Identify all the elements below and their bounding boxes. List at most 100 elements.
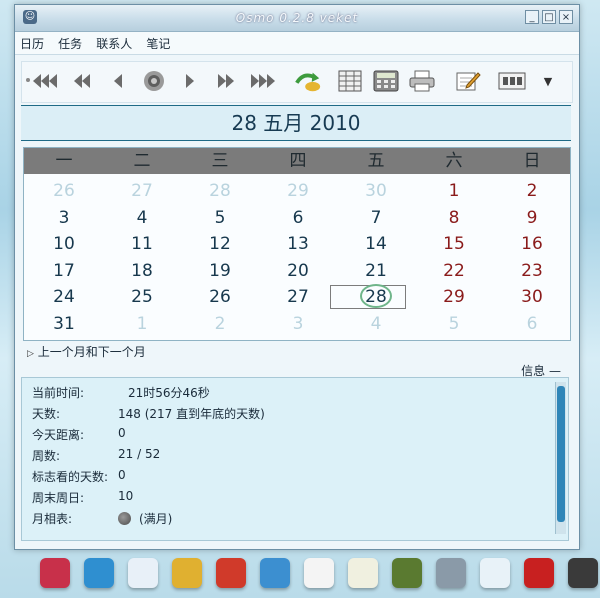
help-icon[interactable] <box>524 558 554 588</box>
calendar-day[interactable]: 5 <box>424 313 484 335</box>
full-year-button[interactable] <box>336 68 364 94</box>
info-value: 10 <box>118 489 134 503</box>
calendar-day[interactable]: 26 <box>34 180 94 202</box>
scrollbar-thumb[interactable] <box>557 386 565 522</box>
day-number: 11 <box>131 234 153 254</box>
more-dropdown-button[interactable]: ▼ <box>538 68 558 94</box>
calendar-day-selected[interactable]: 28 <box>330 284 406 309</box>
calendar-day[interactable]: 31 <box>34 313 94 335</box>
title-bar[interactable]: ☺ Osmo 0.2.8 veket _ □ × <box>15 5 579 32</box>
photo-viewer-icon[interactable] <box>392 558 422 588</box>
next-day-button[interactable] <box>176 68 204 94</box>
mail-pencil-icon[interactable] <box>348 558 378 588</box>
toolbar-handle-icon[interactable] <box>26 78 30 82</box>
day-number: 23 <box>521 260 543 281</box>
day-number: 2 <box>526 181 538 201</box>
calendar-day[interactable]: 25 <box>112 286 172 308</box>
menu-tasks[interactable]: 任务 <box>53 32 86 52</box>
calendar-day[interactable]: 2 <box>502 180 562 202</box>
month-calendar[interactable]: 一二三四五六日 26 27 28 29 30 1 2 3 4 5 6 7 8 9 10 11 12 13 14 15 1… <box>23 147 571 341</box>
prev-next-month-expander[interactable]: ▷ 上一个月和下一个月 <box>27 343 146 360</box>
jump-to-date-button[interactable] <box>294 68 322 94</box>
calendar-day[interactable]: 8 <box>424 207 484 229</box>
calculator-button[interactable] <box>372 68 400 94</box>
calendar-day[interactable]: 27 <box>112 180 172 202</box>
calendar-day[interactable]: 27 <box>268 286 328 308</box>
day-number: 27 <box>287 287 309 307</box>
document-icon[interactable] <box>304 558 334 588</box>
calendar-day[interactable]: 4 <box>346 313 406 335</box>
usb-device-icon[interactable] <box>568 558 598 588</box>
menu-calendar[interactable]: 日历 <box>15 32 48 52</box>
menu-contacts[interactable]: 联系人 <box>91 32 136 52</box>
info-key: 今天距离: <box>32 428 85 442</box>
calendar-day[interactable]: 28 <box>190 180 250 202</box>
calendar-day[interactable]: 2 <box>190 313 250 335</box>
calendar-day[interactable]: 24 <box>34 286 94 308</box>
calendar-day[interactable]: 12 <box>190 233 250 255</box>
prev-year-button[interactable] <box>32 68 60 94</box>
day-number: 7 <box>370 207 382 228</box>
calendar-day[interactable]: 1 <box>112 313 172 335</box>
calendar-day[interactable]: 30 <box>502 286 562 308</box>
music-gramophone-icon[interactable] <box>172 558 202 588</box>
calendar-day[interactable]: 3 <box>268 313 328 335</box>
flower-app-icon[interactable] <box>40 558 70 588</box>
prev-day-button[interactable] <box>104 68 132 94</box>
info-value: 148 (217 直到年底的天数) <box>118 407 265 421</box>
day-number: 26 <box>209 287 231 307</box>
calendar-day[interactable]: 29 <box>424 286 484 308</box>
calendar-day[interactable]: 9 <box>502 207 562 229</box>
calendar-day[interactable]: 19 <box>190 260 250 282</box>
calendar-day[interactable]: 26 <box>190 286 250 308</box>
calendar-day[interactable]: 29 <box>268 180 328 202</box>
calendar-day[interactable]: 23 <box>502 260 562 282</box>
calendar-day[interactable]: 6 <box>502 313 562 335</box>
maximize-icon[interactable]: □ <box>542 10 556 24</box>
info-value: 21 / 52 <box>118 447 161 461</box>
calendar-day[interactable]: 16 <box>502 233 562 255</box>
red-network-icon[interactable] <box>216 558 246 588</box>
today-button[interactable] <box>140 68 168 94</box>
next-month-button[interactable] <box>212 68 240 94</box>
calendar-day[interactable]: 7 <box>346 207 406 229</box>
calendar-day[interactable]: 1 <box>424 180 484 202</box>
info-scrollbar[interactable] <box>555 382 566 534</box>
next-year-button[interactable] <box>248 68 276 94</box>
minimize-icon[interactable]: _ <box>525 10 539 24</box>
calendar-day[interactable]: 17 <box>34 260 94 282</box>
draw-pen-icon[interactable] <box>128 558 158 588</box>
prev-month-button[interactable] <box>68 68 96 94</box>
calendar-day[interactable]: 20 <box>268 260 328 282</box>
calendar-day[interactable]: 11 <box>112 233 172 255</box>
close-icon[interactable]: × <box>559 10 573 24</box>
menu-notes[interactable]: 笔记 <box>141 32 174 52</box>
hard-drive-icon[interactable] <box>436 558 466 588</box>
calendar-day[interactable]: 13 <box>268 233 328 255</box>
print-button[interactable] <box>408 68 436 94</box>
calendar-day[interactable]: 21 <box>346 260 406 282</box>
options-button[interactable] <box>498 68 526 94</box>
weekday-label: 四 <box>289 151 307 171</box>
calendar-day[interactable]: 14 <box>346 233 406 255</box>
calendar-day[interactable]: 15 <box>424 233 484 255</box>
lifebuoy-icon[interactable] <box>84 558 114 588</box>
edit-note-button[interactable] <box>454 68 482 94</box>
calendar-day[interactable]: 10 <box>34 233 94 255</box>
search-globe-icon[interactable] <box>260 558 290 588</box>
calendar-day[interactable]: 22 <box>424 260 484 282</box>
calendar-app-icon[interactable] <box>480 558 510 588</box>
calendar-day[interactable]: 5 <box>190 207 250 229</box>
info-key: 天数: <box>32 407 61 421</box>
info-key: 当前时间: <box>32 386 85 400</box>
calendar-day[interactable]: 3 <box>34 207 94 229</box>
calendar-day[interactable]: 18 <box>112 260 172 282</box>
calendar-day[interactable]: 30 <box>346 180 406 202</box>
day-number: 25 <box>131 287 153 307</box>
calendar-day[interactable]: 6 <box>268 207 328 229</box>
calendar-day[interactable]: 4 <box>112 207 172 229</box>
day-number: 19 <box>209 260 231 281</box>
target-icon <box>144 71 164 91</box>
notepad-pencil-icon <box>456 72 481 91</box>
day-number: 9 <box>526 207 538 228</box>
